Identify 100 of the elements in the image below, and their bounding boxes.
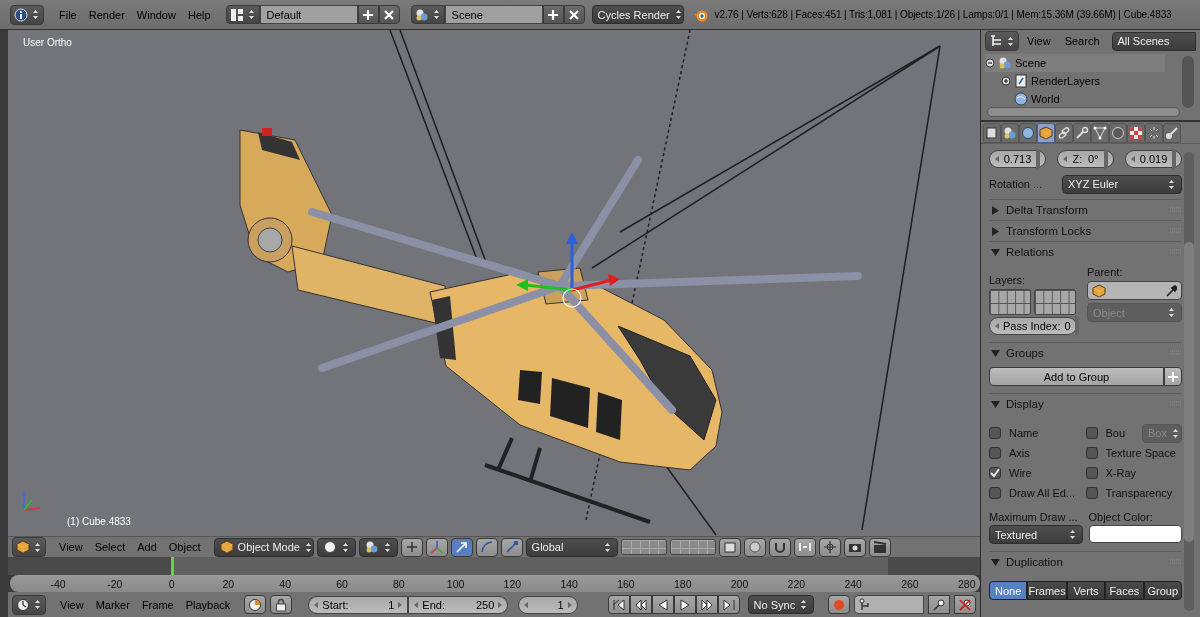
panel-header[interactable]: Groups xyxy=(989,342,1182,363)
play-reverse-button[interactable] xyxy=(651,595,674,614)
add-screen-button[interactable] xyxy=(357,5,379,24)
properties-tab[interactable] xyxy=(1055,122,1073,143)
scene-layers-buttons[interactable] xyxy=(620,539,667,555)
keyframe-toggle[interactable] xyxy=(244,595,267,614)
panel-header[interactable]: Duplication xyxy=(989,551,1182,572)
panel-header[interactable]: Display xyxy=(989,393,1182,414)
add-to-group-button[interactable]: Add to Group xyxy=(989,367,1164,386)
properties-tab[interactable] xyxy=(1145,122,1163,143)
checkbox[interactable] xyxy=(989,467,1001,479)
menu-item[interactable]: View xyxy=(53,541,89,553)
pass-index-field[interactable]: Pass Index: 0 xyxy=(989,317,1077,335)
frame-ruler[interactable]: -40 -20 0 20 40 60 80 100 120 140 160 180 200 220 240 260 280 xyxy=(10,575,980,592)
menu-item[interactable]: Object xyxy=(162,541,207,553)
rotate-manipulator-button[interactable] xyxy=(475,537,498,557)
object-color-swatch[interactable] xyxy=(1088,525,1182,543)
menu-item[interactable]: View xyxy=(54,598,90,611)
number-field[interactable]: 0.713 xyxy=(989,150,1046,168)
snap-element-button[interactable] xyxy=(793,537,816,557)
menu-item[interactable]: Marker xyxy=(89,598,136,611)
duplication-option[interactable]: Group xyxy=(1143,581,1183,600)
add-group-button[interactable] xyxy=(1164,367,1182,386)
next-keyframe-button[interactable] xyxy=(695,595,718,614)
menu-item[interactable]: Search xyxy=(1058,35,1106,47)
checkbox[interactable] xyxy=(989,487,1001,499)
duplication-option[interactable]: Frames xyxy=(1027,581,1067,600)
screen-name-field[interactable]: Default xyxy=(259,5,358,24)
menu-item[interactable]: Playback xyxy=(179,598,237,611)
checkbox[interactable] xyxy=(1085,487,1098,499)
render-engine-dropdown[interactable]: Cycles Render xyxy=(591,5,684,24)
number-field[interactable]: Z: 0° xyxy=(1057,150,1114,168)
properties-tab[interactable] xyxy=(1109,122,1127,143)
layer-lock-button[interactable] xyxy=(718,537,741,557)
display-mode-dropdown[interactable]: All Scenes xyxy=(1111,31,1196,51)
outliner-item[interactable]: RenderLayers xyxy=(1031,75,1101,87)
properties-tab[interactable] xyxy=(1037,122,1055,143)
parent-field[interactable] xyxy=(1087,281,1182,300)
snap-target-button[interactable] xyxy=(818,537,841,557)
manipulator-toggle[interactable] xyxy=(400,537,423,557)
checkbox[interactable] xyxy=(989,427,1001,439)
checkbox[interactable] xyxy=(1085,447,1098,459)
play-button[interactable] xyxy=(673,595,696,614)
camera-button[interactable] xyxy=(843,537,866,557)
scrollbar[interactable] xyxy=(1184,152,1194,611)
duplication-option[interactable]: None xyxy=(989,581,1028,600)
menu-item[interactable]: Render xyxy=(82,8,131,21)
checkbox[interactable] xyxy=(1085,467,1098,479)
menu-item[interactable]: Frame xyxy=(135,598,180,611)
menu-item[interactable]: View xyxy=(1021,35,1057,47)
editor-type-button[interactable] xyxy=(10,4,44,25)
delete-keyframe-button[interactable] xyxy=(954,595,976,614)
browse-scene-button[interactable] xyxy=(410,5,445,24)
expand-toggle-icon[interactable] xyxy=(985,58,995,68)
pivot-dropdown[interactable] xyxy=(358,537,398,557)
properties-tab[interactable] xyxy=(1127,122,1145,143)
layer-buttons[interactable] xyxy=(989,288,1031,315)
editor-type-button[interactable] xyxy=(12,594,46,615)
menu-item[interactable]: Help xyxy=(181,8,217,21)
playhead-line[interactable] xyxy=(171,557,175,575)
shading-dropdown[interactable] xyxy=(316,537,356,557)
duplication-option[interactable]: Faces xyxy=(1105,581,1144,600)
scene-name-field[interactable]: Scene xyxy=(444,5,543,24)
panel-header[interactable]: Transform Locks xyxy=(989,220,1182,241)
current-frame-field[interactable]: 1 xyxy=(518,595,578,614)
panel-header[interactable]: Delta Transform xyxy=(989,199,1182,220)
menu-item[interactable]: File xyxy=(53,8,83,21)
keying-set-field[interactable] xyxy=(854,595,924,614)
transform-orientation-dropdown[interactable]: Global xyxy=(525,537,618,557)
add-scene-button[interactable] xyxy=(542,5,564,24)
outliner-item[interactable]: Scene xyxy=(1015,57,1047,69)
jump-to-keyframe-button[interactable] xyxy=(629,595,652,614)
max-draw-type-dropdown[interactable]: Textured xyxy=(989,525,1083,544)
properties-tab[interactable] xyxy=(1019,122,1037,143)
editor-type-button[interactable] xyxy=(12,537,46,557)
menu-item[interactable]: Window xyxy=(130,8,182,21)
clapperboard-button[interactable] xyxy=(868,537,891,557)
rotation-mode-dropdown[interactable]: XYZ Euler xyxy=(1062,174,1182,194)
record-button[interactable] xyxy=(828,595,851,614)
panel-header[interactable]: Relations xyxy=(989,241,1182,262)
browse-screen-button[interactable] xyxy=(225,5,260,24)
start-frame-field[interactable]: Start: 1 xyxy=(308,595,409,614)
remove-scene-button[interactable] xyxy=(563,5,585,24)
checkbox[interactable] xyxy=(1085,427,1098,439)
jump-to-start-button[interactable] xyxy=(607,595,630,614)
expand-toggle-icon[interactable] xyxy=(1001,76,1011,86)
vertical-scrollbar[interactable] xyxy=(1182,56,1194,108)
menu-item[interactable]: Add xyxy=(131,541,163,553)
lock-button[interactable] xyxy=(270,595,293,614)
checkbox[interactable] xyxy=(989,447,1001,459)
magnet-button[interactable] xyxy=(768,537,791,557)
translate-manipulator-button[interactable] xyxy=(450,537,473,557)
editor-type-button[interactable] xyxy=(985,31,1019,51)
properties-tab[interactable] xyxy=(1163,122,1181,143)
number-field[interactable]: 0.019 xyxy=(1125,150,1182,168)
properties-tab[interactable] xyxy=(1001,122,1019,143)
jump-to-end-button[interactable] xyxy=(717,595,740,614)
properties-tab[interactable] xyxy=(1073,122,1091,143)
scale-manipulator-button[interactable] xyxy=(500,537,523,557)
menu-item[interactable]: Select xyxy=(88,541,132,553)
